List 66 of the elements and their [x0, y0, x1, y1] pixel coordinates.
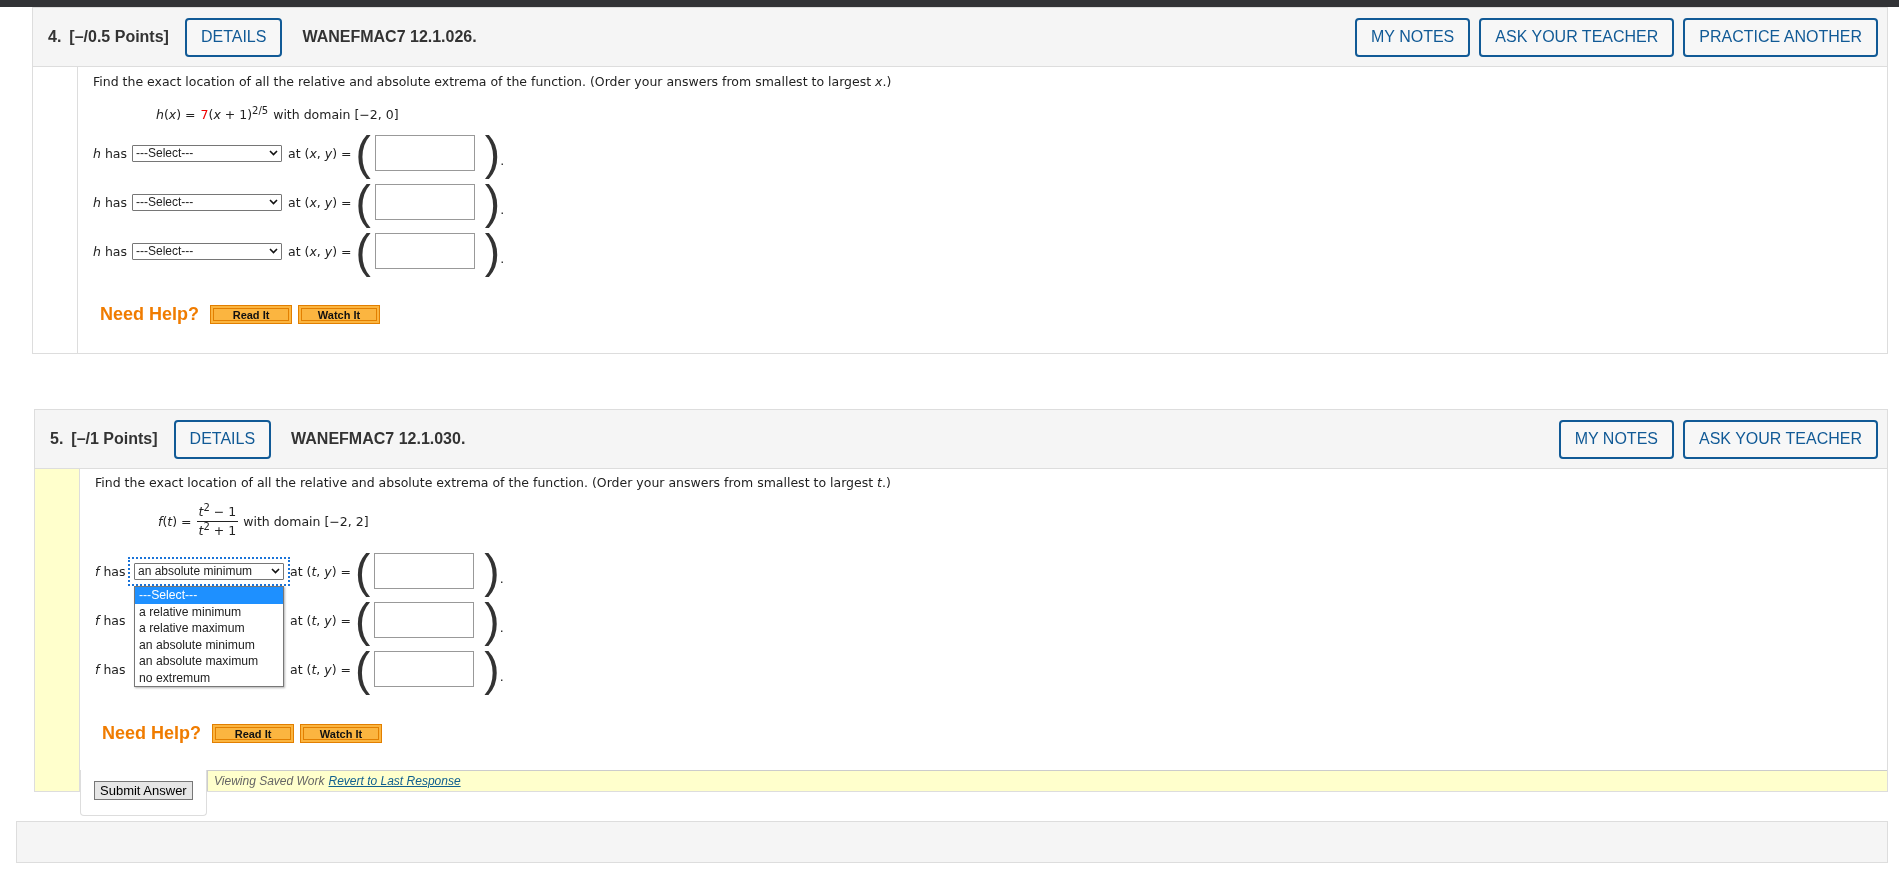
domain-text: with domain [−2, 0] [273, 106, 399, 124]
dropdown-option[interactable]: no extremum [135, 669, 283, 686]
coefficient: 7 [200, 107, 209, 122]
chevron-icon [271, 568, 280, 574]
row-label: h has [93, 145, 128, 161]
revert-link[interactable]: Revert to Last Response [328, 774, 461, 788]
row-label: h has [93, 243, 128, 259]
help-button[interactable]: Watch It [300, 724, 383, 743]
answer-field[interactable] [374, 553, 475, 589]
answer-field[interactable] [374, 184, 475, 220]
formula-lhs: f(t) = [158, 512, 192, 531]
coordinate-label: at (x, y) = [288, 194, 352, 210]
formula-term: (x + 1)$^{2/5}$ [208, 107, 269, 122]
action-button[interactable]: ASK YOUR TEACHER [1683, 419, 1878, 459]
period: . [499, 570, 504, 586]
coordinate-label: at (t, y) = [290, 563, 351, 579]
chevron-icon [269, 248, 278, 254]
row-label: h has [93, 194, 128, 210]
dropdown-option[interactable]: a relative minimum [135, 603, 283, 620]
domain-text: with domain [−2, 2] [243, 512, 369, 531]
period: . [500, 152, 505, 168]
answer-field[interactable] [374, 233, 475, 269]
denominator: t$^{2}$ + 1 [197, 522, 238, 540]
row-label: f has [95, 661, 127, 677]
help-button[interactable]: Watch It [298, 305, 381, 324]
period: . [500, 201, 505, 217]
action-button[interactable]: ASK YOUR TEACHER [1479, 17, 1675, 57]
coordinate-label: at (x, y) = [288, 243, 352, 259]
coordinate-label: at (t, y) = [290, 612, 351, 628]
details-button[interactable]: DETAILS [173, 419, 272, 459]
dropdown-option[interactable]: an absolute minimum [135, 636, 283, 653]
points-label: [–/1 Points] [71, 430, 158, 448]
need-help-label: Need Help? [102, 723, 202, 744]
coordinate-label: at (t, y) = [290, 661, 351, 677]
help-button[interactable]: Read It [212, 724, 295, 743]
period: . [500, 250, 505, 266]
action-button[interactable]: MY NOTES [1355, 17, 1471, 57]
points-label: [–/0.5 Points] [69, 28, 169, 46]
question-number: 5. [50, 430, 64, 448]
chevron-icon [269, 199, 278, 205]
dropdown[interactable]: an absolute minimum [128, 556, 290, 586]
question-code: WANEFMAC7 12.1.030. [291, 430, 467, 448]
coordinate-label: at (x, y) = [288, 145, 352, 161]
period: . [499, 619, 504, 635]
submit-button[interactable]: Submit Answer [94, 781, 193, 800]
answer-field[interactable] [374, 651, 475, 687]
action-button[interactable]: MY NOTES [1558, 419, 1674, 459]
action-button[interactable]: PRACTICE ANOTHER [1683, 17, 1878, 57]
formula-lhs: h(x) = [156, 106, 196, 124]
help-button[interactable]: Read It [210, 305, 293, 324]
dropdown-option[interactable]: a relative maximum [135, 620, 283, 637]
chevron-icon [269, 150, 278, 156]
period: . [499, 668, 504, 684]
question-number: 4. [48, 28, 62, 46]
need-help-label: Need Help? [100, 304, 200, 325]
saved-work-text: Viewing Saved Work [214, 774, 325, 788]
numerator: t$^{2}$ − 1 [197, 503, 238, 521]
row-label: f has [95, 612, 127, 628]
question-text: Find the exact location of all the relative and absolute extrema of the function. (Order your answers from smallest to largest x.) [93, 73, 893, 91]
details-button[interactable]: DETAILS [184, 17, 283, 57]
answer-field[interactable] [374, 602, 475, 638]
question-code: WANEFMAC7 12.1.026. [302, 28, 478, 46]
question-text: Find the exact location of all the relative and absolute extrema of the function. (Order your answers from smallest to largest t.) [95, 474, 892, 492]
row-label: f has [95, 563, 127, 579]
answer-field[interactable] [374, 135, 475, 171]
dropdown-option[interactable]: an absolute maximum [135, 653, 283, 670]
